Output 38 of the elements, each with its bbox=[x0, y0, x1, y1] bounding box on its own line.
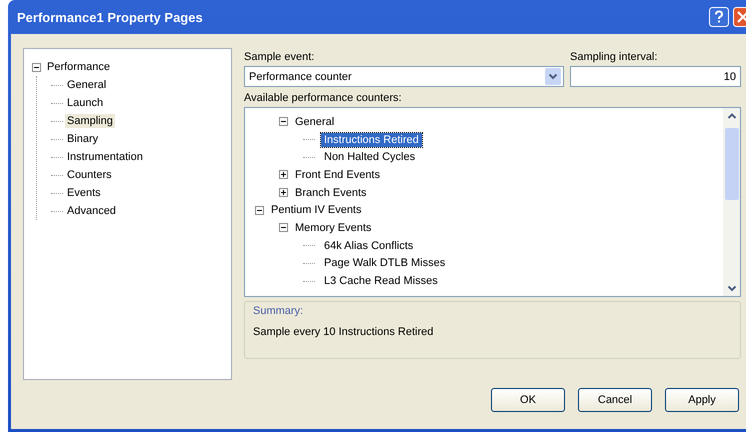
collapse-icon[interactable] bbox=[32, 62, 41, 72]
summary-label: Summary: bbox=[253, 305, 304, 317]
field-label: Available performance counters: bbox=[244, 91, 403, 105]
tree-item[interactable]: Non Halted Cycles bbox=[321, 150, 418, 164]
tree-item[interactable]: Sampling bbox=[65, 114, 115, 128]
window-title: Performance1 Property Pages bbox=[17, 10, 204, 24]
collapse-icon[interactable] bbox=[255, 206, 264, 215]
tree-item[interactable]: General bbox=[65, 78, 108, 92]
tree-item[interactable]: General bbox=[292, 114, 338, 129]
tree-item[interactable]: Page Walk DTLB Misses bbox=[321, 256, 448, 270]
tree-item[interactable]: Advanced bbox=[65, 204, 118, 218]
expand-icon[interactable] bbox=[279, 188, 288, 198]
collapse-icon[interactable] bbox=[279, 223, 288, 232]
tree-item[interactable]: Binary bbox=[65, 132, 100, 146]
tree-item[interactable]: Front End Events bbox=[292, 168, 383, 182]
summary-text: Sample every 10 Instructions Retired bbox=[253, 326, 434, 338]
tree-item[interactable]: Launch bbox=[65, 96, 106, 110]
help-icon[interactable] bbox=[709, 7, 729, 27]
sample-event-dropdown[interactable]: Performance counter bbox=[244, 66, 564, 87]
tree-item[interactable]: Performance bbox=[45, 60, 112, 74]
sampling-interval-field[interactable]: 10 bbox=[570, 66, 741, 87]
dialog-button[interactable]: Apply bbox=[665, 388, 739, 412]
tree-item[interactable]: Pentium IV Events bbox=[268, 203, 364, 218]
field-label: Sampling interval: bbox=[570, 50, 658, 64]
tree-item[interactable]: Counters bbox=[65, 168, 114, 182]
field-label: Sample event: bbox=[244, 50, 316, 64]
tree-item[interactable]: Events bbox=[65, 186, 103, 200]
tree-item[interactable]: Memory Events bbox=[292, 220, 374, 235]
scrollbar[interactable] bbox=[723, 108, 740, 296]
tree-item[interactable]: 64k Alias Conflicts bbox=[321, 238, 416, 253]
dialog-button[interactable]: OK bbox=[491, 388, 565, 412]
tree-item[interactable]: L3 Cache Read Misses bbox=[321, 274, 441, 288]
tree-item[interactable]: Branch Events bbox=[292, 186, 370, 200]
collapse-icon[interactable] bbox=[279, 117, 288, 126]
tree-item[interactable]: Instructions Retired bbox=[321, 132, 422, 147]
tree-item[interactable]: Instrumentation bbox=[65, 150, 145, 164]
expand-icon[interactable] bbox=[279, 170, 288, 180]
dialog-button[interactable]: Cancel bbox=[578, 388, 652, 412]
